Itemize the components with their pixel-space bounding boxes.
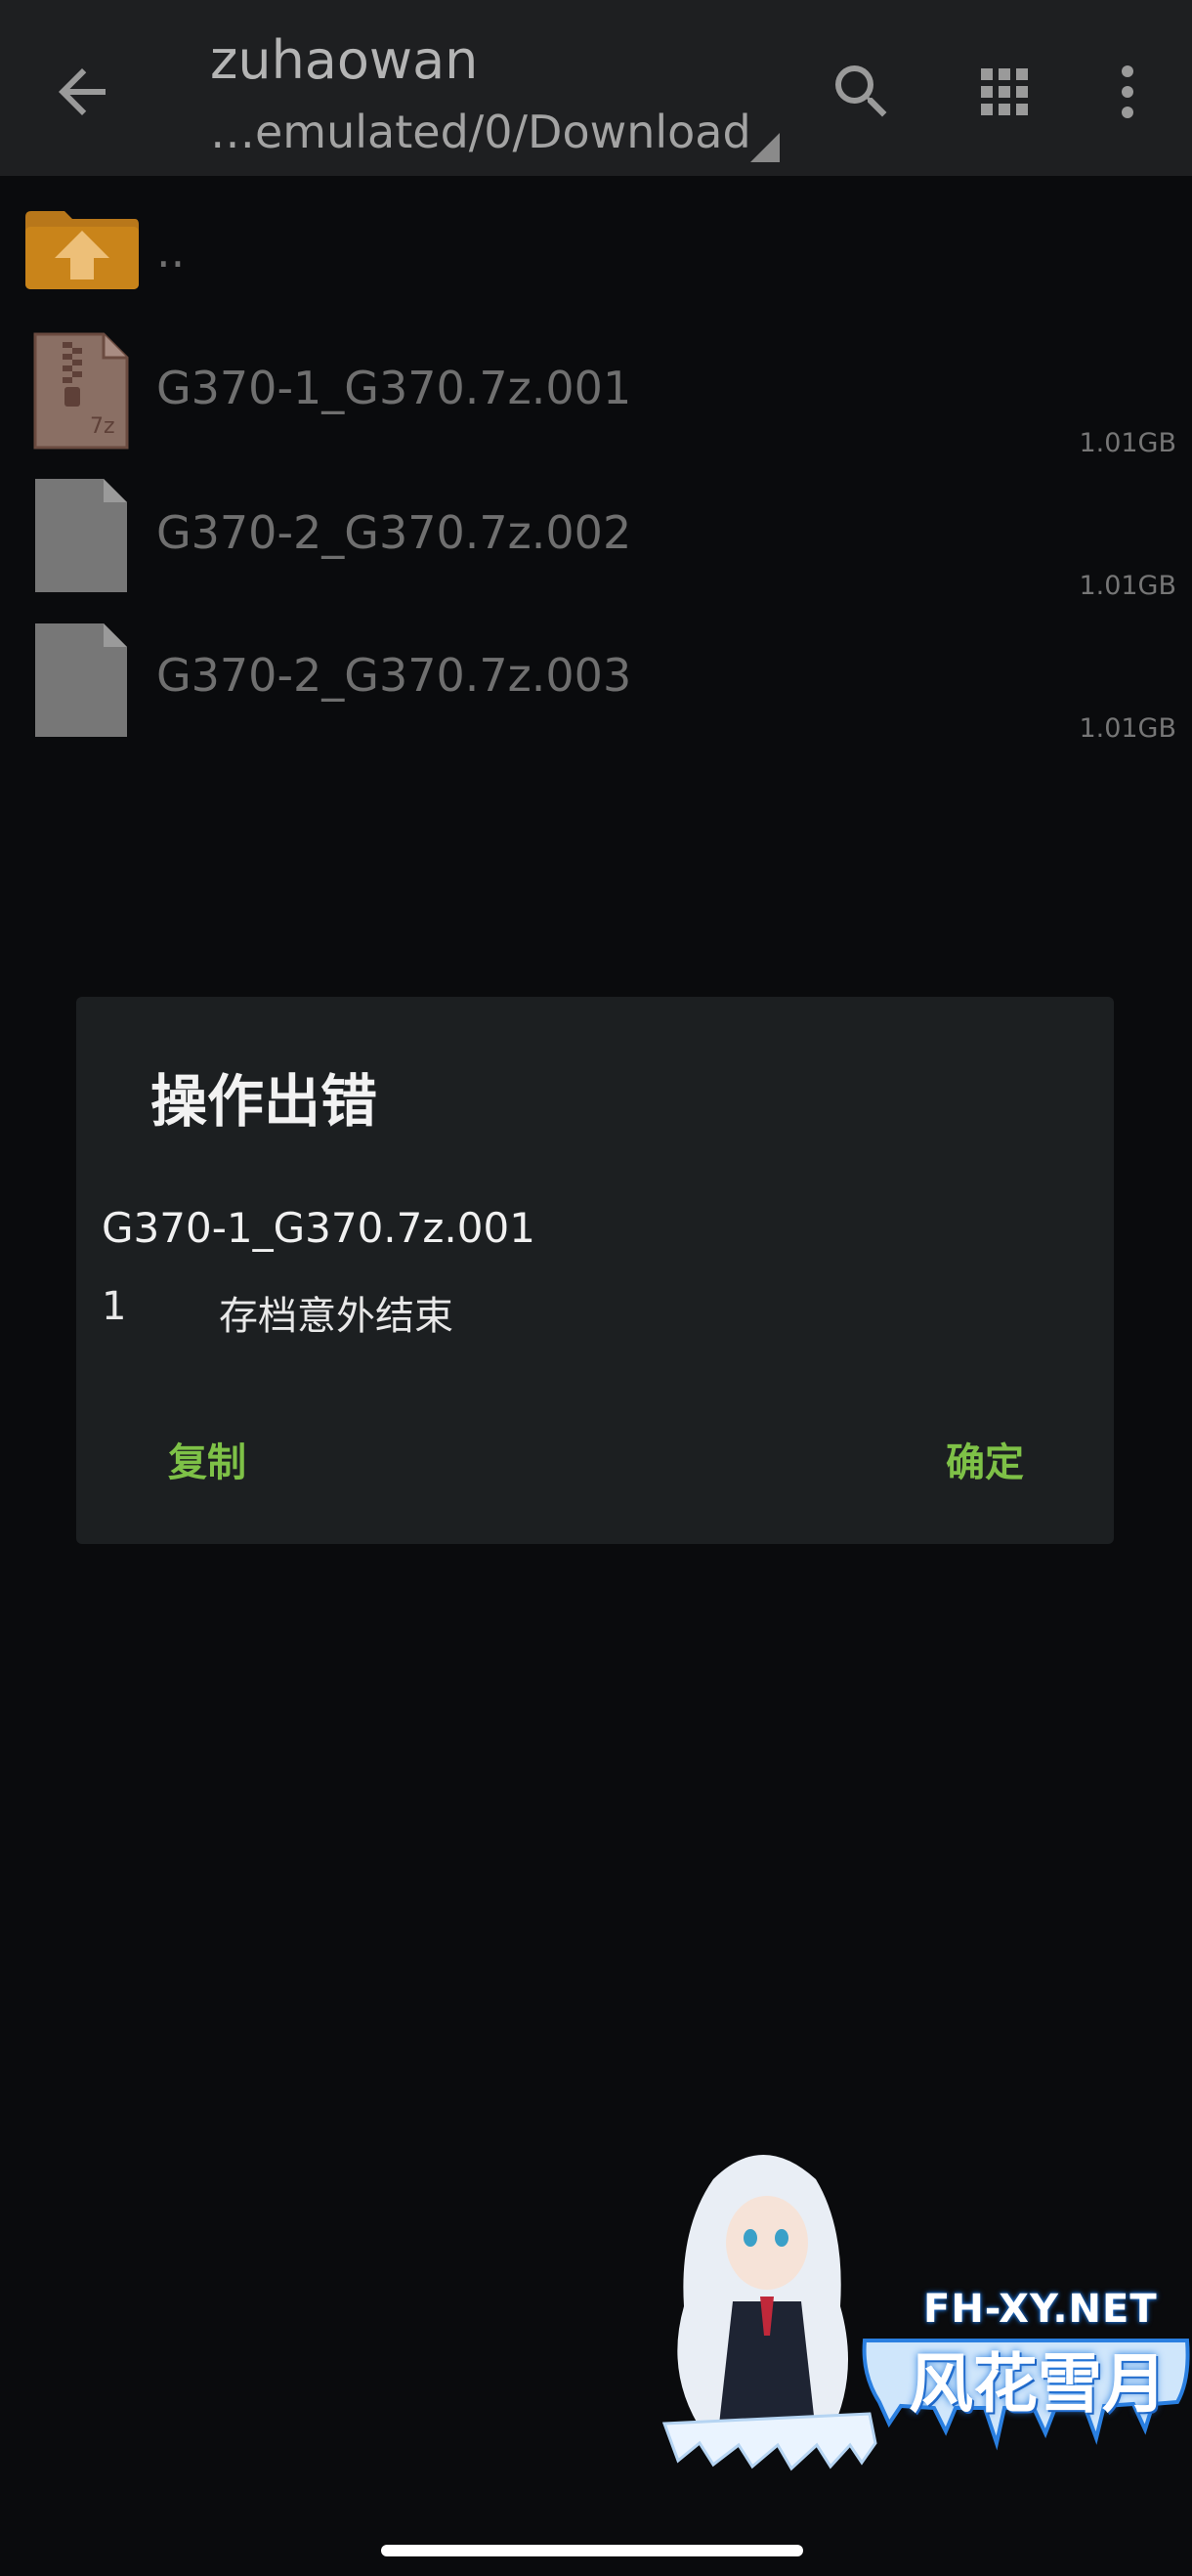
app-title: zuhaowan — [210, 29, 479, 91]
error-message: 存档意外结束 — [219, 1294, 453, 1339]
archive-type-label: 7z — [90, 414, 115, 439]
file-name: G370-1_G370.7z.001 — [156, 362, 632, 414]
dialog-title: 操作出错 — [150, 1068, 378, 1135]
list-item-parent-folder[interactable]: .. — [0, 195, 1192, 303]
list-item[interactable]: G370-2_G370.7z.002 1.01GB — [0, 467, 1192, 604]
current-path[interactable]: …emulated/0/Download — [210, 106, 751, 158]
file-name: G370-2_G370.7z.002 — [156, 506, 632, 559]
home-indicator[interactable] — [381, 2545, 803, 2556]
grid-view-icon[interactable] — [969, 57, 1040, 127]
watermark-logo: FH-XY.NET 风花雪月 — [645, 2140, 1192, 2472]
dialog-filename: G370-1_G370.7z.001 — [102, 1204, 535, 1252]
top-app-bar: zuhaowan …emulated/0/Download — [0, 0, 1192, 176]
file-size: 1.01GB — [1079, 428, 1176, 458]
error-dialog: 操作出错 G370-1_G370.7z.001 1 存档意外结束 复制 确定 — [76, 997, 1114, 1544]
more-vert-icon[interactable] — [1092, 57, 1163, 127]
7z-archive-icon: 7z — [33, 332, 129, 453]
error-code: 1 — [102, 1284, 127, 1329]
watermark-text: 风花雪月 — [909, 2346, 1167, 2422]
watermark-url: FH-XY.NET — [923, 2287, 1158, 2332]
copy-button[interactable]: 复制 — [158, 1423, 256, 1495]
file-name: G370-2_G370.7z.003 — [156, 649, 632, 702]
file-icon — [33, 622, 129, 743]
file-size: 1.01GB — [1079, 713, 1176, 744]
ok-button[interactable]: 确定 — [936, 1423, 1034, 1495]
folder-up-icon — [21, 203, 141, 295]
file-name: .. — [156, 225, 186, 278]
path-dropdown-triangle-icon[interactable] — [750, 133, 780, 162]
file-size: 1.01GB — [1079, 571, 1176, 601]
search-icon[interactable] — [827, 57, 897, 127]
back-arrow-icon[interactable] — [47, 57, 117, 127]
list-item[interactable]: 7z G370-1_G370.7z.001 1.01GB — [0, 322, 1192, 459]
file-icon — [33, 477, 129, 598]
list-item[interactable]: G370-2_G370.7z.003 1.01GB — [0, 612, 1192, 749]
